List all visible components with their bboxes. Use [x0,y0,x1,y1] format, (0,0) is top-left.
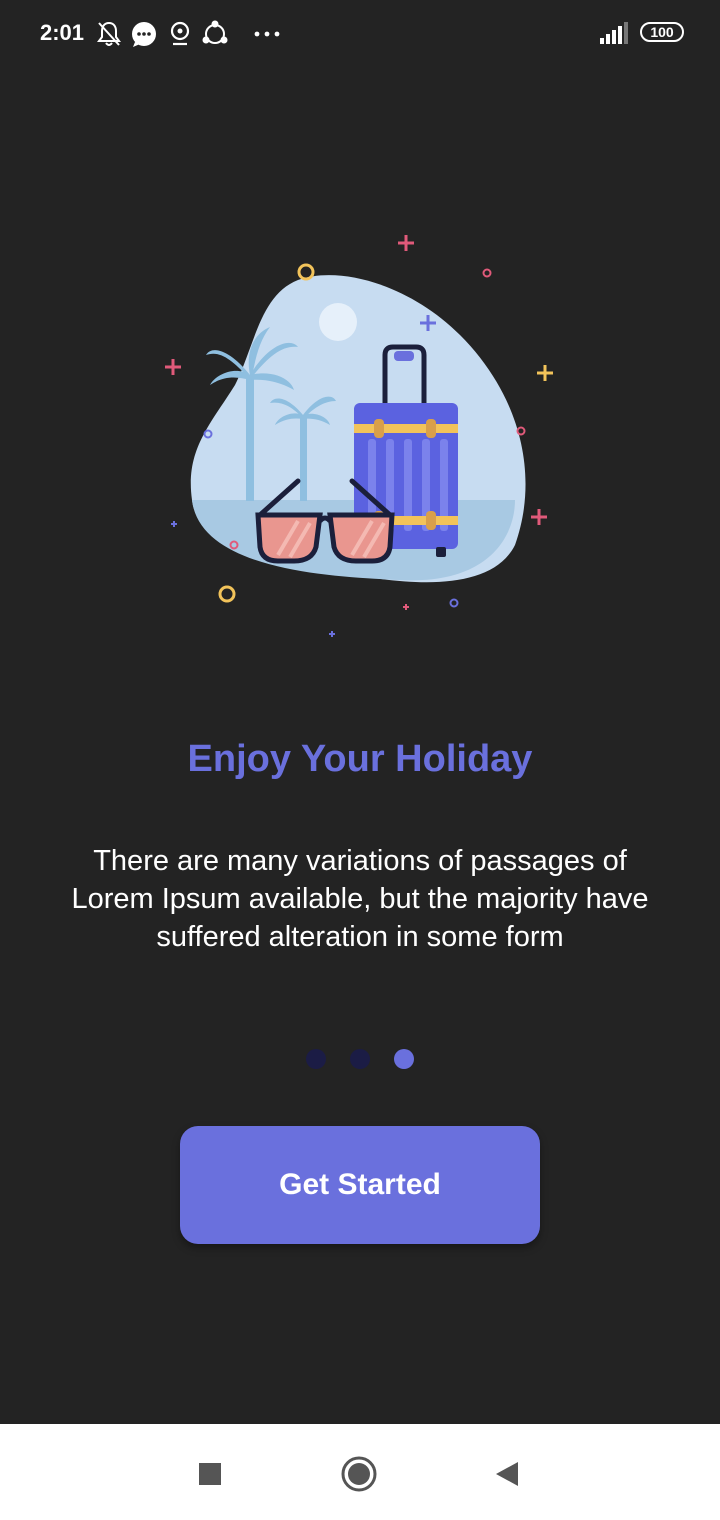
onboarding-title: Enjoy Your Holiday [187,738,533,780]
system-nav-bar [0,1424,720,1520]
page-dot-1[interactable] [305,1049,326,1069]
back-triangle-icon[interactable] [486,1452,530,1496]
signal-icon [600,22,628,44]
get-started-button[interactable]: Get Started [180,1126,540,1244]
location-icon [170,21,190,46]
page-dot-2[interactable] [350,1049,370,1069]
share-icon [202,20,228,44]
status-time: 2:01 [40,20,85,45]
onboarding-description: There are many variations of passages of… [71,845,649,953]
bell-off-icon [97,21,121,46]
page-indicator [0,1049,720,1069]
chat-icon [132,22,156,47]
battery-icon: 100 [640,22,684,42]
more-icon [254,31,280,37]
sun [319,303,357,341]
page-dot-3-active[interactable] [394,1049,415,1069]
status-bar: 2:01 100 [0,0,720,70]
home-circle-icon[interactable] [337,1452,381,1496]
holiday-illustration [165,235,553,637]
recents-square-icon[interactable] [188,1452,232,1496]
